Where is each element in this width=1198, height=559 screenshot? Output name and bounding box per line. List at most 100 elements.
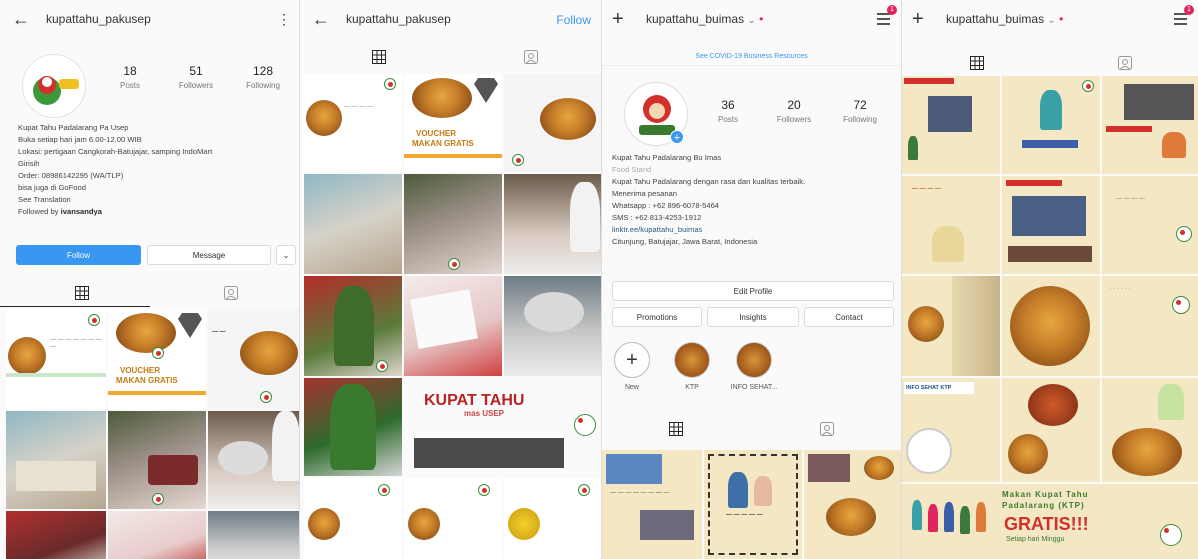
- post-thumbnail[interactable]: [404, 276, 502, 376]
- post-thumbnail[interactable]: · · · · · ·: [1102, 276, 1198, 376]
- photo-image: [1012, 196, 1086, 236]
- more-options-icon[interactable]: ⋮: [277, 9, 291, 29]
- post-thumbnail[interactable]: Makan Kupat Tahu Padalarang (KTP) GRATIS…: [902, 484, 1198, 559]
- add-post-icon[interactable]: +: [612, 9, 624, 29]
- suggested-dropdown-button[interactable]: ⌄: [276, 245, 296, 265]
- post-thumbnail[interactable]: [6, 511, 106, 559]
- tagged-tab-icon[interactable]: [1118, 56, 1132, 70]
- profile-tabs: [602, 416, 901, 444]
- back-arrow-icon[interactable]: ←: [12, 9, 30, 29]
- message-button[interactable]: Message: [147, 245, 271, 265]
- post-thumbnail[interactable]: [1102, 378, 1198, 482]
- post-thumbnail[interactable]: [304, 478, 402, 559]
- highlight-info-sehat[interactable]: INFO SEHAT...: [726, 342, 782, 391]
- highlight-ktp[interactable]: KTP: [670, 342, 714, 391]
- add-post-icon[interactable]: +: [912, 9, 924, 29]
- post-thumbnail[interactable]: [1002, 76, 1100, 174]
- post-thumbnail[interactable]: [902, 76, 1000, 174]
- post-thumbnail[interactable]: — — — — — — — —: [6, 309, 106, 409]
- bio-location[interactable]: Citunjung, Batujajar, Jawa Barat, Indone…: [612, 236, 898, 248]
- food-image: [906, 428, 952, 474]
- menu-icon[interactable]: 1: [875, 5, 897, 28]
- posts-stat[interactable]: 36 Posts: [698, 98, 758, 124]
- food-image: [508, 508, 540, 540]
- post-thumbnail[interactable]: [404, 174, 502, 274]
- person-image: [908, 136, 918, 160]
- see-translation-link[interactable]: See Translation: [18, 194, 293, 206]
- post-thumbnail[interactable]: [902, 276, 1000, 376]
- post-thumbnail[interactable]: [1002, 378, 1100, 482]
- insights-button[interactable]: Insights: [707, 307, 799, 327]
- post-thumbnail[interactable]: KUPAT TAHU mas USEP: [404, 378, 601, 476]
- post-thumbnail[interactable]: INFO SEHAT KTP: [902, 378, 1000, 482]
- post-thumbnail[interactable]: [504, 478, 601, 559]
- avatar[interactable]: [22, 54, 86, 118]
- logo-mascot-icon: [384, 78, 396, 90]
- promotions-button[interactable]: Promotions: [612, 307, 702, 327]
- post-thumbnail[interactable]: [1102, 76, 1198, 174]
- highlight-label: INFO SEHAT...: [730, 384, 778, 391]
- notification-dot-icon: •: [759, 12, 764, 26]
- food-image: [540, 98, 596, 140]
- grid-tab-icon[interactable]: [970, 56, 984, 70]
- grid-tab-icon[interactable]: [75, 286, 89, 300]
- post-thumbnail[interactable]: [208, 511, 299, 559]
- back-arrow-icon[interactable]: ←: [312, 9, 330, 29]
- post-thumbnail[interactable]: [404, 478, 502, 559]
- post-thumbnail[interactable]: [108, 411, 206, 509]
- post-thumbnail[interactable]: [108, 511, 206, 559]
- followed-by-text[interactable]: Followed by ivansandya: [18, 206, 293, 218]
- post-thumbnail[interactable]: VOUCHER MAKAN GRATIS: [404, 74, 502, 172]
- grid-tab-icon[interactable]: [372, 50, 386, 64]
- followers-stat[interactable]: 51 Followers: [166, 64, 226, 90]
- posts-stat[interactable]: 18 Posts: [100, 64, 160, 90]
- tagged-tab-icon[interactable]: [524, 50, 538, 64]
- post-thumbnail[interactable]: [1002, 176, 1100, 274]
- followers-stat[interactable]: 20 Followers: [764, 98, 824, 124]
- edit-profile-button[interactable]: Edit Profile: [612, 281, 894, 301]
- post-thumbnail[interactable]: [1002, 276, 1100, 376]
- following-stat[interactable]: 72 Following: [830, 98, 890, 124]
- menu-icon[interactable]: 1: [1172, 5, 1194, 28]
- food-image: [1112, 428, 1182, 476]
- bio-link[interactable]: linktr.ee/kupattahu_buimas: [612, 224, 898, 236]
- post-thumbnail[interactable]: — — — — — — — —: [602, 450, 702, 559]
- post-thumbnail[interactable]: [504, 174, 601, 274]
- tagged-tab-icon[interactable]: [224, 286, 238, 300]
- post-thumbnail[interactable]: — — — —: [902, 176, 1000, 274]
- post-thumbnail[interactable]: [304, 276, 402, 376]
- tagged-tab-icon[interactable]: [820, 422, 834, 436]
- add-story-icon[interactable]: +: [670, 130, 684, 144]
- account-switcher[interactable]: kupattahu_buimas ⌄ •: [946, 12, 1063, 26]
- grid-tab-icon[interactable]: [669, 422, 683, 436]
- post-banner: [1106, 126, 1152, 132]
- post-thumbnail[interactable]: — — — —: [1102, 176, 1198, 274]
- logo-mascot-icon: [512, 154, 524, 166]
- follow-button[interactable]: Follow: [16, 245, 141, 265]
- person-image: [932, 226, 964, 262]
- post-thumbnail[interactable]: [6, 411, 106, 509]
- post-thumbnail[interactable]: [804, 450, 901, 559]
- highlight-new[interactable]: + New: [612, 342, 652, 391]
- person-image: [1162, 132, 1186, 158]
- following-stat[interactable]: 128 Following: [233, 64, 293, 90]
- voucher-text: VOUCHER: [120, 366, 161, 375]
- post-thumbnail[interactable]: VOUCHER MAKAN GRATIS: [108, 309, 206, 409]
- post-thumbnail[interactable]: [208, 411, 299, 509]
- post-thumbnail[interactable]: [304, 378, 402, 476]
- post-thumbnail[interactable]: [304, 174, 402, 274]
- food-image: [1008, 434, 1048, 474]
- post-thumbnail[interactable]: — — — —: [304, 74, 402, 172]
- photo-image: [928, 96, 972, 132]
- post-thumbnail[interactable]: — — — — —: [704, 450, 802, 559]
- post-thumbnail[interactable]: — —: [208, 309, 299, 409]
- account-switcher[interactable]: kupattahu_buimas ⌄ •: [646, 12, 763, 26]
- contact-button[interactable]: Contact: [804, 307, 894, 327]
- header-follow-link[interactable]: Follow: [556, 13, 591, 27]
- food-image: [414, 438, 564, 468]
- post-thumbnail[interactable]: [504, 276, 601, 376]
- post-thumbnail[interactable]: [504, 74, 601, 172]
- food-image: [8, 337, 46, 375]
- covid-resources-banner[interactable]: See COVID-19 Business Resources: [602, 48, 901, 66]
- notification-dot-icon: •: [1059, 12, 1064, 26]
